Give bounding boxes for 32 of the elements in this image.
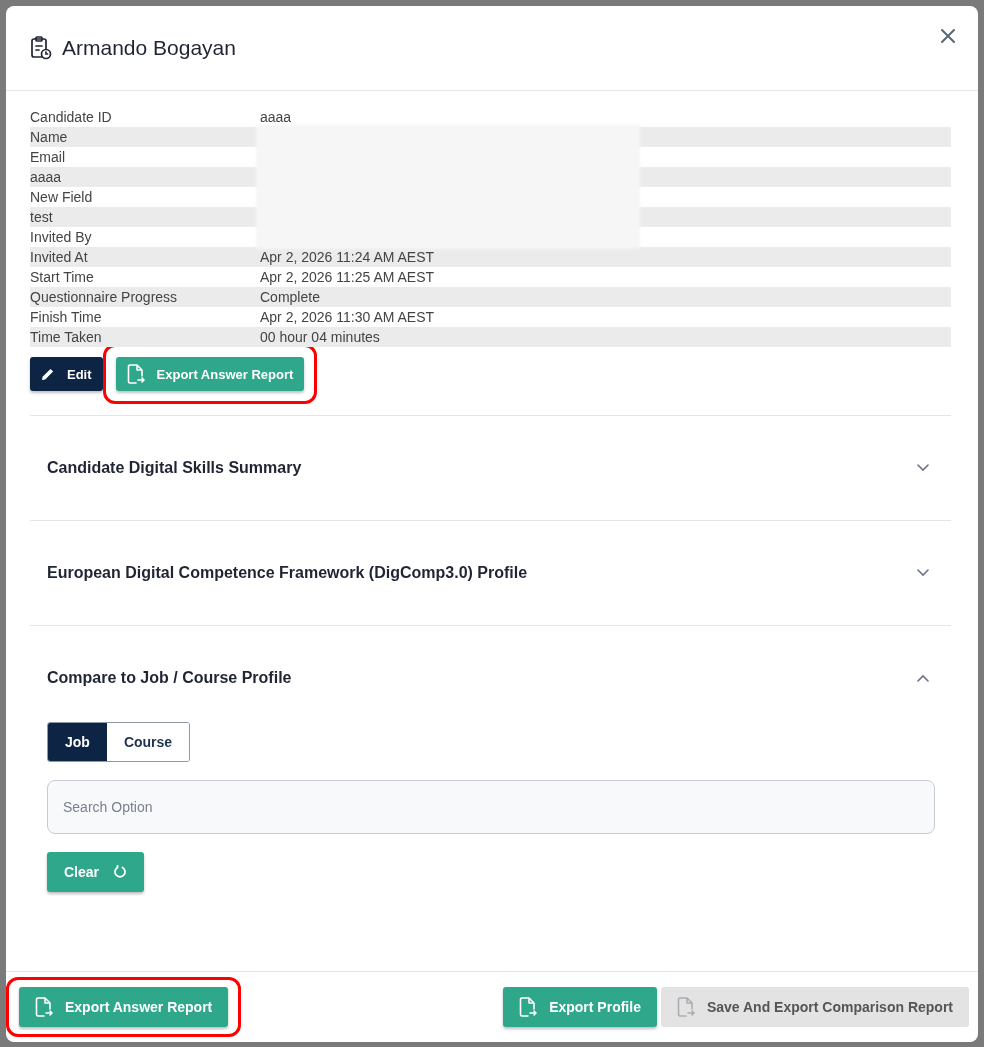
detail-label: Name <box>30 129 69 145</box>
detail-value: Apr 2, 2026 11:24 AM AEST <box>260 249 435 265</box>
detail-label: Finish Time <box>30 309 103 325</box>
detail-label: Invited At <box>30 249 89 265</box>
detail-value: Apr 2, 2026 11:30 AM AEST <box>260 309 435 325</box>
detail-value: Complete <box>260 289 320 305</box>
detail-label: Questionnaire Progress <box>30 289 179 305</box>
detail-label: aaaa <box>30 169 63 185</box>
detail-value: Apr 2, 2026 11:25 AM AEST <box>260 269 435 285</box>
detail-label: Email <box>30 149 66 165</box>
refresh-icon <box>113 865 128 879</box>
detail-label: Invited By <box>30 229 93 245</box>
detail-label: test <box>30 209 54 225</box>
export-file-icon <box>519 997 538 1017</box>
detail-value: aaaa <box>260 109 292 125</box>
detail-label: Candidate ID <box>30 109 113 125</box>
detail-label: New Field <box>30 189 94 205</box>
accordion-header[interactable]: European Digital Competence Framework (DigComp3.0) Profile <box>30 521 951 625</box>
dialog-title: Armando Bogayan <box>62 36 236 60</box>
pencil-icon <box>41 367 55 381</box>
search-field[interactable]: Search Option <box>47 780 935 834</box>
accordion-header[interactable]: Candidate Digital Skills Summary <box>30 416 951 520</box>
clipboard-clock-icon <box>30 36 52 60</box>
detail-label: Time Taken <box>30 329 103 345</box>
export-file-icon <box>676 997 695 1017</box>
detail-value: 00 hour 04 minutes <box>260 329 380 345</box>
export-file-icon <box>35 997 53 1017</box>
detail-label: Start Time <box>30 269 95 285</box>
export-file-icon <box>126 364 145 384</box>
toggle-option[interactable]: Job <box>48 723 107 761</box>
close-icon[interactable] <box>938 26 958 46</box>
edit-button[interactable]: Edit <box>30 357 103 391</box>
